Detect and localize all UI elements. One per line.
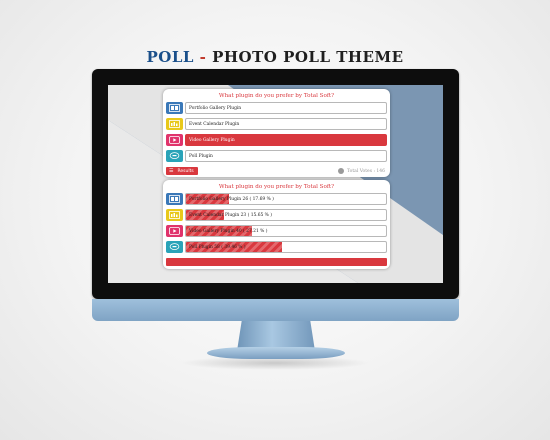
headline-separator: - bbox=[193, 48, 213, 66]
results-button-label: Results bbox=[177, 168, 194, 174]
vote-option-video[interactable]: Video Gallery Plugin bbox=[166, 134, 387, 146]
result-bar: Video Gallery Plugin 40 ( 27.21 % ) bbox=[185, 225, 387, 237]
vote-option-portfolio[interactable]: Portfolio Gallery Plugin bbox=[166, 102, 387, 114]
total-votes-text: Total Votes : 146 bbox=[346, 168, 385, 174]
video-icon bbox=[166, 134, 183, 146]
result-text: Event Calendar Plugin 23 ( 15.65 % ) bbox=[189, 212, 272, 218]
total-votes: Total Votes : 146 bbox=[337, 167, 385, 175]
vote-question: What plugin do you prefer by Total Soft? bbox=[218, 93, 335, 99]
video-icon bbox=[166, 225, 183, 237]
result-row-portfolio: Portfolio Gallery Plugin 26 ( 17.69 % ) bbox=[166, 193, 387, 205]
vote-option-label: Event Calendar Plugin bbox=[185, 118, 387, 130]
vote-option-label: Poll Plugin bbox=[185, 150, 387, 162]
result-row-video: Video Gallery Plugin 40 ( 27.21 % ) bbox=[166, 225, 387, 237]
result-row-poll: Poll Plugin 58 ( 39.46 % ) bbox=[166, 241, 387, 253]
total-votes-icon bbox=[337, 168, 344, 174]
result-row-calendar: Event Calendar Plugin 23 ( 15.65 % ) bbox=[166, 209, 387, 221]
vote-option-label: Portfolio Gallery Plugin bbox=[185, 102, 387, 114]
result-text: Video Gallery Plugin 40 ( 27.21 % ) bbox=[189, 228, 268, 234]
vote-option-poll[interactable]: Poll Plugin bbox=[166, 150, 387, 162]
vote-panel: What plugin do you prefer by Total Soft?… bbox=[163, 89, 390, 177]
calendar-icon bbox=[166, 209, 183, 221]
headline-brand: POLL bbox=[146, 48, 194, 66]
headline-title: PHOTO POLL THEME bbox=[212, 48, 404, 66]
page-headline: POLL - PHOTO POLL THEME bbox=[0, 48, 550, 66]
gallery-icon bbox=[166, 102, 183, 114]
monitor-chin bbox=[92, 299, 459, 321]
list-icon: ☰ bbox=[169, 168, 174, 174]
results-footer-bar bbox=[166, 258, 387, 266]
monitor-stand-base bbox=[207, 347, 345, 359]
poll-icon bbox=[166, 150, 183, 162]
gallery-icon bbox=[166, 193, 183, 205]
result-bar: Portfolio Gallery Plugin 26 ( 17.69 % ) bbox=[185, 193, 387, 205]
result-bar: Poll Plugin 58 ( 39.46 % ) bbox=[185, 241, 387, 253]
poll-icon bbox=[166, 241, 183, 253]
result-bar: Event Calendar Plugin 23 ( 15.65 % ) bbox=[185, 209, 387, 221]
calendar-icon bbox=[166, 118, 183, 130]
result-text: Portfolio Gallery Plugin 26 ( 17.69 % ) bbox=[189, 196, 274, 202]
results-question: What plugin do you prefer by Total Soft? bbox=[218, 184, 335, 190]
results-panel: What plugin do you prefer by Total Soft?… bbox=[163, 180, 390, 269]
result-text: Poll Plugin 58 ( 39.46 % ) bbox=[189, 244, 246, 250]
results-button[interactable]: ☰ Results bbox=[166, 167, 198, 175]
vote-option-calendar[interactable]: Event Calendar Plugin bbox=[166, 118, 387, 130]
vote-option-label: Video Gallery Plugin bbox=[185, 134, 387, 146]
